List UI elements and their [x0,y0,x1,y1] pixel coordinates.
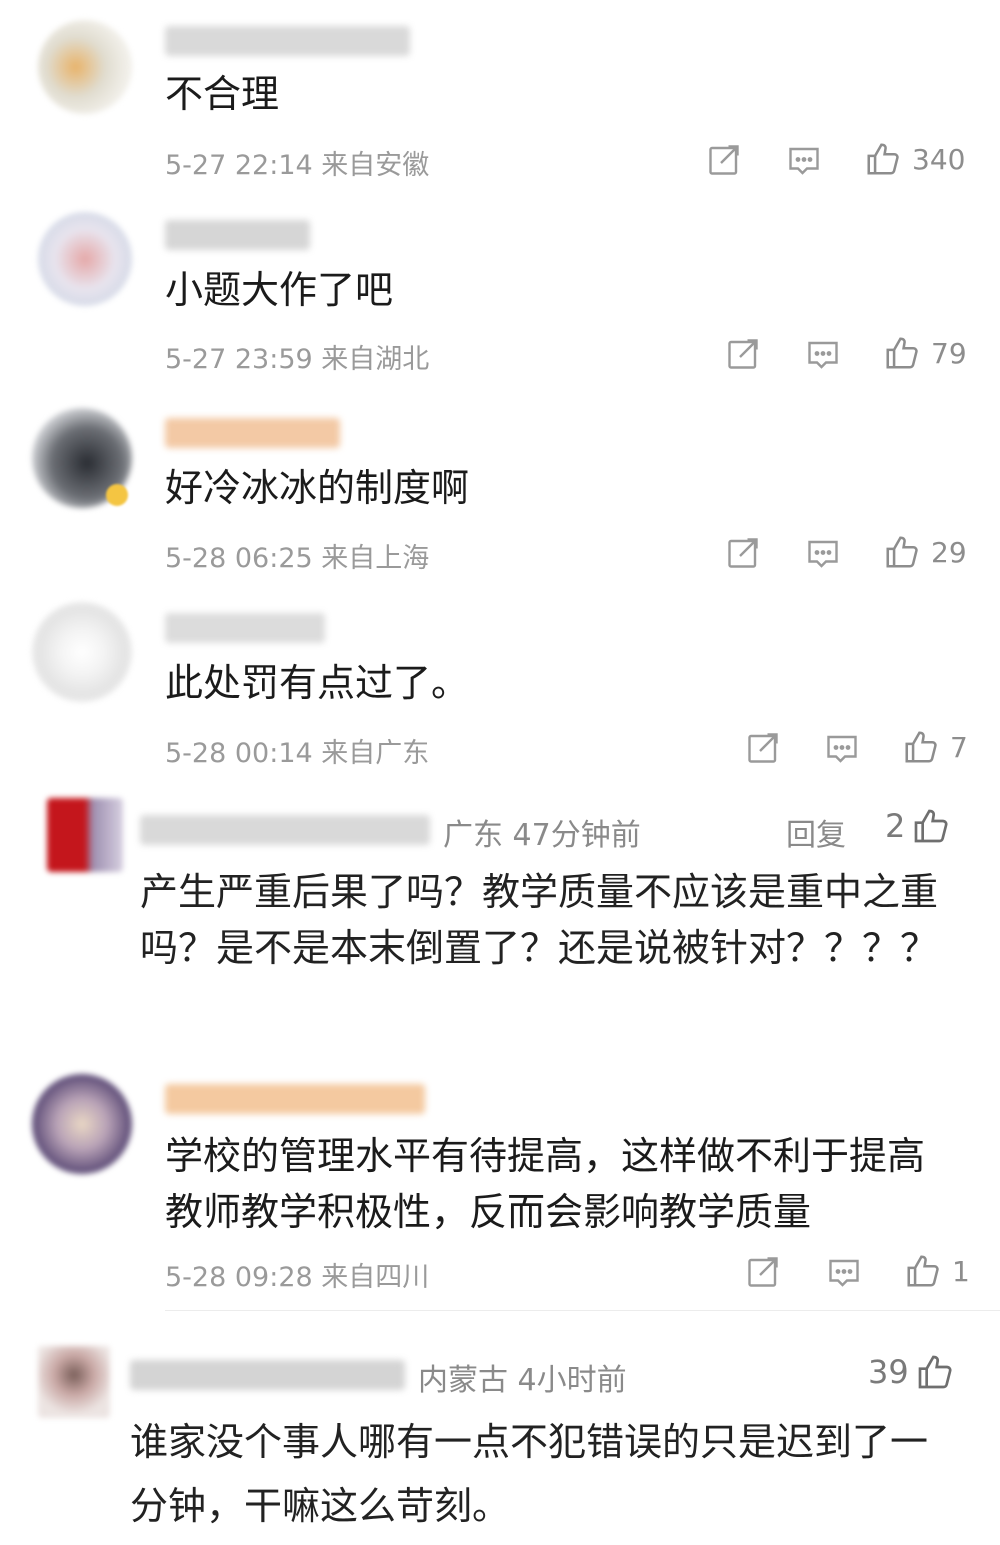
comment-time: 5-28 09:28 [165,1262,313,1293]
username-blurred[interactable] [130,1360,405,1390]
comment-meta: 5-28 06:25 来自上海 [165,536,429,575]
thumbs-up-icon [918,1355,952,1389]
share-icon[interactable] [745,1254,781,1290]
avatar[interactable] [38,20,132,114]
share-icon[interactable] [725,535,761,571]
comment-region-time: 广东 47分钟前 [443,818,641,853]
like-button[interactable]: 2 [885,806,951,846]
comment-time: 5-27 23:59 [165,344,313,375]
thumbs-up-icon [886,337,918,369]
comment-location: 来自湖北 [321,344,430,375]
like-count: 79 [931,336,967,370]
username-blurred[interactable] [140,815,430,845]
like-button[interactable]: 340 [864,140,965,178]
divider [165,1310,1000,1311]
comment-location: 来自四川 [321,1262,430,1293]
like-button[interactable]: 7 [902,728,968,766]
like-count: 1 [952,1254,970,1288]
comment-meta: 5-28 00:14 来自广东 [165,731,429,770]
share-icon[interactable] [706,142,742,178]
avatar[interactable] [32,602,132,702]
comment-time: 5-27 22:14 [165,150,313,181]
avatar[interactable] [38,1346,110,1418]
comment-text: 此处罚有点过了。 [165,661,470,705]
comment-region-time: 内蒙古 4小时前 [418,1363,627,1398]
thumbs-up-icon [905,731,937,763]
comment-icon[interactable] [805,536,841,572]
comment-text: 学校的管理水平有待提高，这样做不利于提高教师教学积极性，反而会影响教学质量 [165,1134,926,1234]
comment-icon[interactable] [824,731,860,767]
share-icon[interactable] [745,730,781,766]
like-count: 29 [931,535,967,569]
avatar[interactable] [38,212,132,306]
thumbs-up-icon [915,809,948,843]
comment-icon[interactable] [826,1255,862,1291]
comment-time: 5-28 00:14 [165,738,313,769]
comment-meta: 5-27 22:14 来自安徽 [165,143,429,182]
like-count: 340 [912,142,966,176]
comment-icon[interactable] [786,143,822,179]
like-button[interactable]: 79 [883,334,967,372]
comment-time: 5-28 06:25 [165,543,313,574]
username-blurred[interactable] [165,418,340,448]
comment-text: 好冷冰冰的制度啊 [165,466,470,510]
username-blurred[interactable] [165,220,310,250]
comment-text: 不合理 [165,72,280,116]
thumbs-up-icon [867,143,899,175]
share-icon[interactable] [725,336,761,372]
comment-text: 小题大作了吧 [165,268,394,312]
like-button[interactable]: 39 [868,1352,955,1392]
like-button[interactable]: 29 [883,533,967,571]
comment-meta: 5-27 23:59 来自湖北 [165,337,429,376]
like-count: 2 [885,807,906,845]
reply-button[interactable]: 回复 [786,810,846,854]
like-button[interactable]: 1 [904,1252,970,1290]
comment-location: 来自上海 [321,543,430,574]
comment-location: 来自广东 [321,738,430,769]
comment-text: 谁家没个事人哪有一点不犯错误的只是迟到了一分钟，干嘛这么苛刻。 [130,1420,929,1528]
thumbs-up-icon [907,1255,939,1287]
thumbs-up-icon [886,536,918,568]
comment-icon[interactable] [805,337,841,373]
username-blurred[interactable] [165,26,410,56]
username-blurred[interactable] [165,613,325,643]
comment-text: 产生严重后果了吗？教学质量不应该是重中之重吗？是不是本末倒置了？还是说被针对？？… [140,870,939,970]
avatar[interactable] [32,1074,132,1174]
username-blurred[interactable] [165,1084,425,1114]
verified-badge [106,484,128,506]
comment-meta: 5-28 09:28 来自四川 [165,1255,429,1294]
avatar[interactable] [47,798,123,872]
like-count: 7 [950,730,968,764]
comment-location: 来自安徽 [321,150,430,181]
like-count: 39 [868,1353,909,1391]
